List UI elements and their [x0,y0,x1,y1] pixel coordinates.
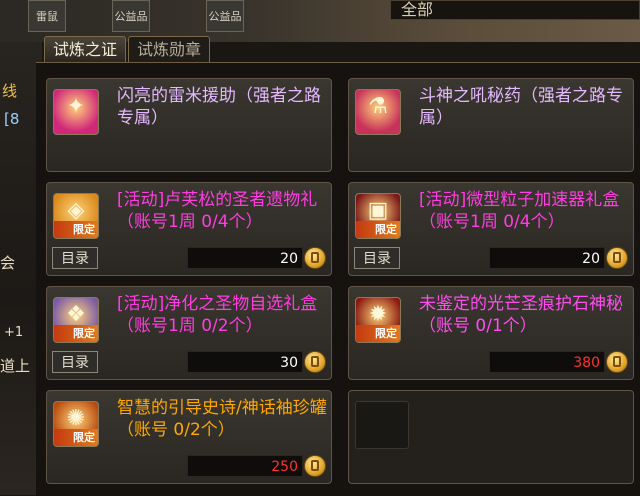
icon-glyph: ❖ [66,302,86,327]
item-name: [活动]净化之圣物自选礼盒（账号1周 0/2个） [117,294,318,336]
item-name: 未鉴定的光芒圣痕护石神秘（账号 0/1个） [419,294,623,336]
side-text-3: 会 [0,254,16,272]
jar-icon[interactable]: ✺ 限定 [53,401,99,447]
icon-glyph: ✹ [368,302,388,327]
catalog-button[interactable]: 目录 [354,247,400,269]
item-price: 250 [187,455,303,477]
trial-coin-icon [304,247,326,269]
icon-glyph: ✺ [66,406,86,431]
trial-coin-icon [606,351,628,373]
relic-box-icon[interactable]: ❖ 限定 [53,297,99,343]
side-text-4: +1 [4,325,24,340]
limited-badge: 限定 [54,221,98,238]
shop-item[interactable]: ✦ 闪亮的雷米援助（强者之路专属） [46,78,332,172]
shop-item[interactable]: ▣ 限定 [活动]微型粒子加速器礼盒（账号1周 0/4个） 目录 20 [348,182,634,276]
catalog-button[interactable]: 目录 [52,247,98,269]
gift-box-icon[interactable]: ◈ 限定 [53,193,99,239]
trial-coin-icon [304,455,326,477]
side-text-2: [8 [4,110,20,128]
item-name: 斗神之吼秘药（强者之路专属） [419,86,623,128]
shop-item[interactable]: ✺ 限定 智慧的引导史诗/神话袖珍罐（账号 0/2个） 250 [46,390,332,484]
top-button-3[interactable]: 公益品 [206,0,244,32]
gift-box-icon[interactable]: ✦ [53,89,99,135]
box-icon[interactable]: ▣ 限定 [355,193,401,239]
side-text-1: 线 [2,82,18,100]
shop-item[interactable]: ⚗ 斗神之吼秘药（强者之路专属） [348,78,634,172]
potion-icon[interactable]: ⚗ [355,89,401,135]
limited-badge: 限定 [356,221,400,238]
item-name: 智慧的引导史诗/神话袖珍罐（账号 0/2个） [117,398,327,440]
empty-slot [348,390,634,484]
icon-glyph: ✦ [66,94,86,119]
item-price: 30 [187,351,303,373]
item-name: [活动]卢芙松的圣者遗物礼（账号1周 0/4个） [117,190,318,232]
filter-dropdown[interactable]: 全部 [390,0,640,20]
icon-glyph: ⚗ [368,94,388,119]
limited-badge: 限定 [356,325,400,342]
empty-slot-frame [355,401,409,449]
icon-glyph: ▣ [367,198,389,223]
tab-trial-medal[interactable]: 试炼勋章 [128,36,211,63]
trial-coin-icon [304,351,326,373]
catalog-button[interactable]: 目录 [52,351,98,373]
limited-badge: 限定 [54,429,98,446]
tab-trial-proof[interactable]: 试炼之证 [44,36,127,63]
stone-icon[interactable]: ✹ 限定 [355,297,401,343]
item-name: 闪亮的雷米援助（强者之路专属） [117,86,321,128]
shop-item[interactable]: ❖ 限定 [活动]净化之圣物自选礼盒（账号1周 0/2个） 目录 30 [46,286,332,380]
tab-bar: 试炼之证 试炼勋章 [44,36,211,64]
item-name: [活动]微型粒子加速器礼盒（账号1周 0/4个） [419,190,620,232]
top-button-1[interactable]: 雷鼠 [28,0,66,32]
icon-glyph: ◈ [67,198,85,223]
shop-item[interactable]: ✹ 限定 未鉴定的光芒圣痕护石神秘（账号 0/1个） 380 [348,286,634,380]
top-button-2[interactable]: 公益品 [112,0,150,32]
item-price: 20 [187,247,303,269]
limited-badge: 限定 [54,325,98,342]
trial-coin-icon [606,247,628,269]
item-price: 380 [489,351,605,373]
item-price: 20 [489,247,605,269]
side-text-5: 道上 [0,357,31,375]
shop-item[interactable]: ◈ 限定 [活动]卢芙松的圣者遗物礼（账号1周 0/4个） 目录 20 [46,182,332,276]
